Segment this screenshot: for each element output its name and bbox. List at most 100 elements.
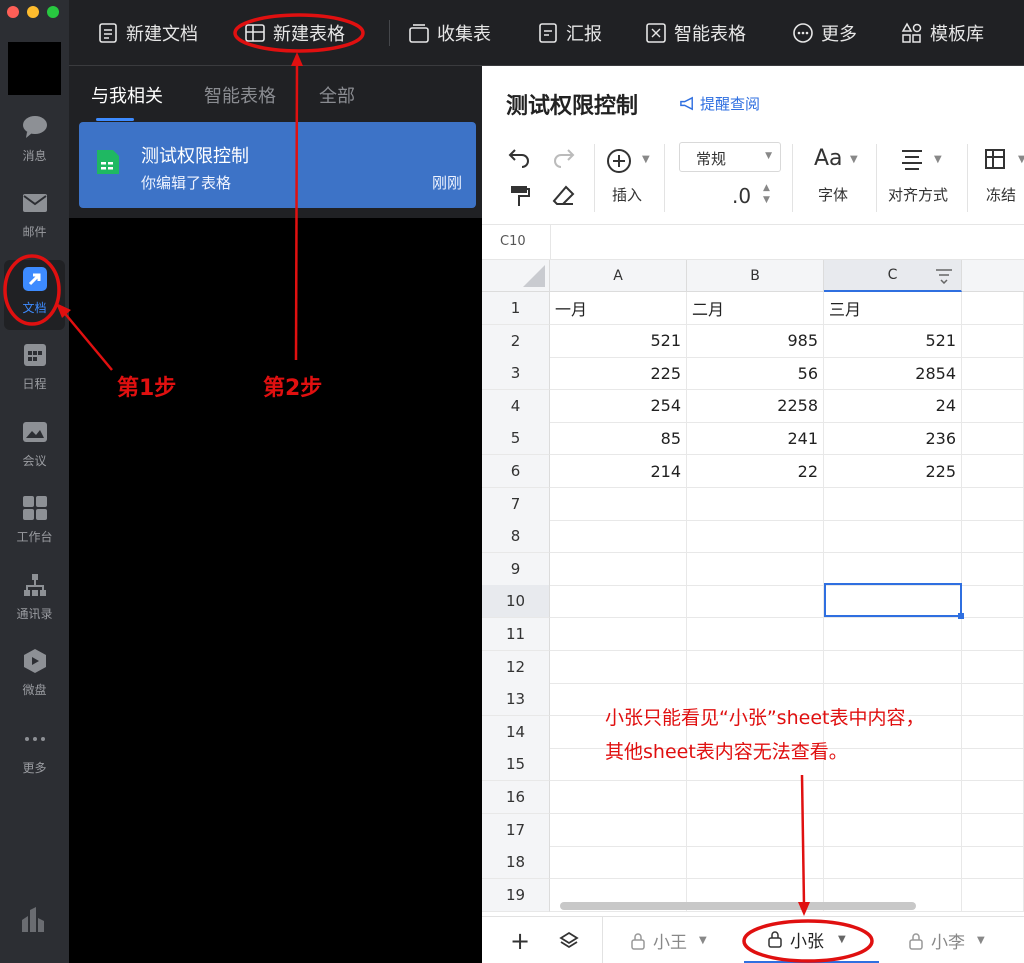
table-cell[interactable] — [824, 846, 962, 880]
nav-item-contacts[interactable]: 通讯录 — [0, 571, 69, 641]
table-cell[interactable]: 225 — [550, 357, 687, 391]
table-cell[interactable] — [962, 520, 1024, 554]
eraser-icon[interactable] — [552, 184, 576, 208]
table-cell[interactable]: 二月 — [687, 292, 824, 325]
table-cell[interactable] — [962, 748, 1024, 782]
nav-item-calendar[interactable]: 日程 — [0, 341, 69, 411]
cell-reference[interactable]: C10 — [500, 234, 526, 249]
tab-related[interactable]: 与我相关 — [91, 82, 163, 108]
table-cell[interactable] — [962, 455, 1024, 488]
font-button[interactable]: Aa ▼ 字体 — [812, 146, 872, 206]
table-cell[interactable] — [824, 813, 962, 847]
table-cell[interactable] — [824, 487, 962, 521]
row-header[interactable]: 2 — [482, 324, 550, 358]
number-format-select[interactable]: 常规 ▼ — [679, 142, 781, 172]
sheet-tab-xiaozhang[interactable]: 小张 ▼ — [744, 917, 879, 963]
report-button[interactable]: 汇报 — [537, 18, 602, 48]
table-cell[interactable] — [550, 846, 687, 880]
table-cell[interactable] — [962, 650, 1024, 684]
table-cell[interactable] — [962, 292, 1024, 325]
column-header[interactable]: A — [550, 260, 687, 292]
table-cell[interactable] — [962, 878, 1024, 912]
row-header[interactable]: 10 — [482, 585, 550, 619]
row-header[interactable]: 4 — [482, 389, 550, 423]
table-cell[interactable] — [687, 781, 824, 814]
table-cell[interactable] — [962, 846, 1024, 880]
decimal-stepper[interactable]: ▲ ▼ — [763, 182, 775, 208]
sheet-tab-xiaowang[interactable]: 小王 ▼ — [629, 917, 707, 963]
format-painter-icon[interactable] — [509, 184, 531, 208]
table-cell[interactable] — [824, 781, 962, 814]
table-cell[interactable] — [550, 520, 687, 554]
row-header[interactable]: 1 — [482, 292, 550, 325]
row-header[interactable]: 15 — [482, 748, 550, 782]
nav-item-workbench[interactable]: 工作台 — [0, 494, 69, 564]
row-header[interactable]: 5 — [482, 422, 550, 456]
row-header[interactable]: 11 — [482, 618, 550, 651]
table-cell[interactable] — [962, 324, 1024, 358]
table-cell[interactable] — [962, 487, 1024, 521]
table-cell[interactable]: 985 — [687, 324, 824, 358]
table-cell[interactable] — [824, 650, 962, 684]
sheet-tab-xiaoli[interactable]: 小李 ▼ — [907, 917, 985, 963]
selected-cell[interactable] — [824, 583, 964, 619]
table-cell[interactable] — [824, 552, 962, 586]
align-button[interactable]: ▼ 对齐方式 — [888, 146, 964, 206]
table-cell[interactable] — [824, 520, 962, 554]
table-cell[interactable] — [962, 585, 1024, 619]
nav-item-mail[interactable]: 邮件 — [0, 189, 69, 259]
table-cell[interactable] — [550, 618, 687, 651]
table-cell[interactable] — [962, 357, 1024, 391]
table-cell[interactable] — [962, 552, 1024, 586]
table-cell[interactable] — [824, 618, 962, 651]
more-button[interactable]: 更多 — [792, 18, 857, 48]
select-all-corner[interactable] — [482, 260, 550, 292]
table-cell[interactable] — [962, 781, 1024, 814]
row-header[interactable]: 12 — [482, 650, 550, 684]
table-cell[interactable] — [550, 585, 687, 619]
table-cell[interactable]: 22 — [687, 455, 824, 488]
table-cell[interactable] — [687, 618, 824, 651]
tab-smart-sheet[interactable]: 智能表格 — [204, 82, 276, 108]
table-cell[interactable]: 2258 — [687, 389, 824, 423]
table-cell[interactable]: 2854 — [824, 357, 962, 391]
table-cell[interactable] — [550, 781, 687, 814]
table-cell[interactable] — [687, 487, 824, 521]
table-cell[interactable]: 225 — [824, 455, 962, 488]
table-cell[interactable]: 三月 — [824, 292, 962, 325]
column-header-empty[interactable] — [962, 260, 1024, 292]
column-header[interactable]: B — [687, 260, 824, 292]
maximize-window-button[interactable] — [47, 6, 59, 18]
horizontal-scrollbar[interactable] — [560, 902, 916, 910]
smart-sheet-button[interactable]: 智能表格 — [645, 18, 746, 48]
table-cell[interactable] — [962, 422, 1024, 456]
nav-item-meeting[interactable]: 会议 — [0, 418, 69, 488]
table-cell[interactable] — [550, 552, 687, 586]
row-header[interactable]: 18 — [482, 846, 550, 880]
table-cell[interactable]: 一月 — [550, 292, 687, 325]
freeze-button[interactable]: ▼ 冻结 — [982, 146, 1024, 206]
row-header[interactable]: 7 — [482, 487, 550, 521]
undo-icon[interactable] — [507, 146, 531, 168]
row-header[interactable]: 19 — [482, 878, 550, 912]
avatar[interactable] — [8, 42, 61, 95]
templates-button[interactable]: 模板库 — [901, 18, 984, 48]
row-header[interactable]: 16 — [482, 781, 550, 814]
collect-form-button[interactable]: 收集表 — [408, 18, 491, 48]
row-header[interactable]: 17 — [482, 813, 550, 847]
row-header[interactable]: 3 — [482, 357, 550, 391]
table-cell[interactable] — [962, 813, 1024, 847]
row-header[interactable]: 14 — [482, 715, 550, 749]
doc-list-item[interactable]: 测试权限控制 你编辑了表格 刚刚 — [79, 122, 476, 208]
nav-item-messages[interactable]: 消息 — [0, 113, 69, 183]
remind-link[interactable]: 提醒查阅 — [679, 93, 760, 114]
column-header-active[interactable]: C — [824, 260, 962, 292]
table-cell[interactable] — [550, 813, 687, 847]
table-cell[interactable] — [962, 389, 1024, 423]
table-cell[interactable]: 85 — [550, 422, 687, 456]
layers-icon[interactable] — [559, 931, 579, 951]
row-header[interactable]: 8 — [482, 520, 550, 554]
new-doc-button[interactable]: 新建文档 — [97, 18, 198, 48]
table-cell[interactable] — [687, 520, 824, 554]
table-cell[interactable]: 214 — [550, 455, 687, 488]
